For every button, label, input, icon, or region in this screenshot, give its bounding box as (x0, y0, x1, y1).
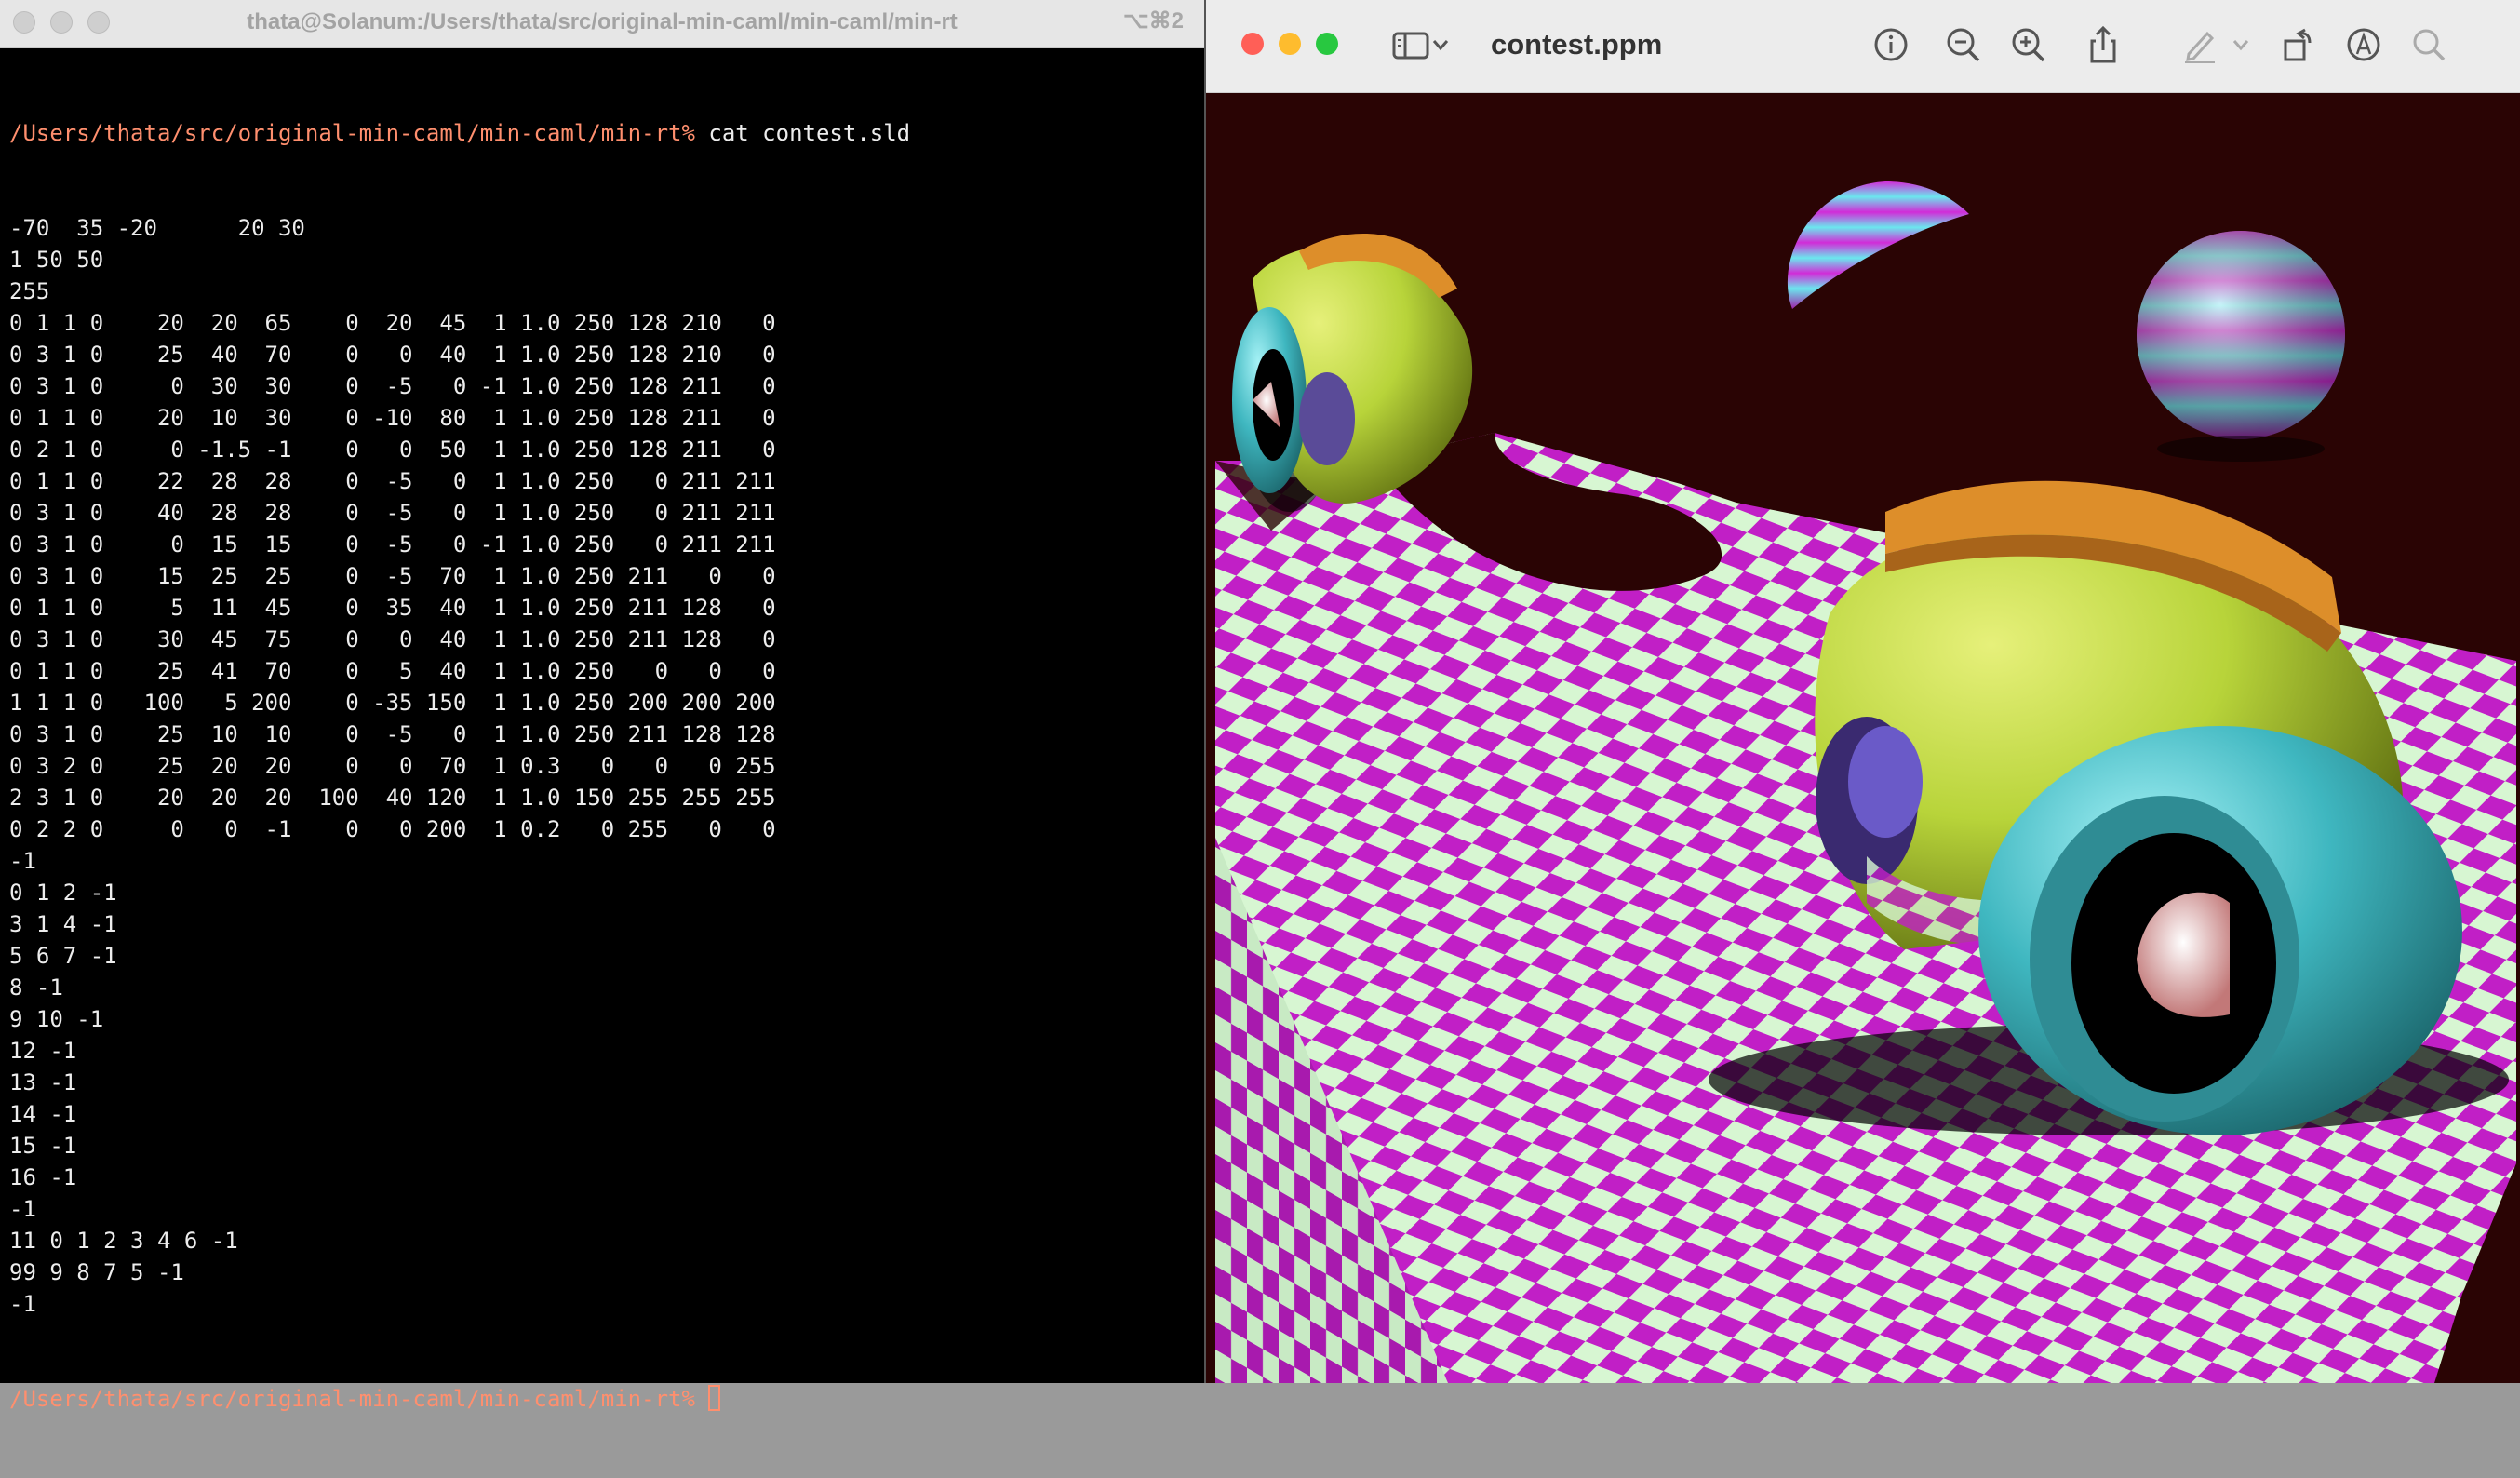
preview-toolbar: contest.ppm (1206, 0, 2520, 93)
output-line: 255 (9, 278, 50, 304)
rendered-image (1215, 93, 2516, 1383)
output-line: 0 1 1 0 22 28 28 0 -5 0 1 1.0 250 0 211 … (9, 468, 776, 494)
output-line: 0 1 1 0 5 11 45 0 35 40 1 1.0 250 211 12… (9, 595, 776, 621)
share-icon[interactable] (2083, 22, 2124, 67)
command-text: cat contest.sld (694, 120, 911, 146)
terminal-content[interactable]: /Users/thata/src/original-min-caml/min-c… (9, 54, 1200, 1412)
document-title: contest.ppm (1491, 28, 1663, 60)
output-line: 0 2 1 0 0 -1.5 -1 0 0 50 1 1.0 250 128 2… (9, 437, 776, 463)
output-line: 0 1 1 0 20 20 65 0 20 45 1 1.0 250 128 2… (9, 310, 776, 336)
output-line: 0 3 1 0 30 45 75 0 0 40 1 1.0 250 211 12… (9, 626, 776, 652)
zoom-in-icon[interactable] (2008, 22, 2049, 67)
output-line: 8 -1 (9, 974, 63, 1001)
shell-prompt: /Users/thata/src/original-min-caml/min-c… (9, 120, 695, 146)
active-prompt-line[interactable]: /Users/thata/src/original-min-caml/min-c… (9, 1383, 1200, 1415)
text-cursor (708, 1385, 721, 1411)
output-line: -1 (9, 1196, 36, 1222)
close-button[interactable] (1241, 33, 1264, 55)
sidebar-icon[interactable] (1390, 22, 1431, 67)
terminal-title: thata@Solanum:/Users/thata/src/original-… (247, 9, 958, 34)
output-line: 13 -1 (9, 1069, 77, 1095)
output-line: 0 3 1 0 0 15 15 0 -5 0 -1 1.0 250 0 211 … (9, 531, 776, 558)
output-line: 15 -1 (9, 1133, 77, 1159)
output-line: 1 50 50 (9, 247, 104, 273)
output-line: 14 -1 (9, 1101, 77, 1127)
output-line: 0 1 1 0 25 41 70 0 5 40 1 1.0 250 0 0 0 (9, 658, 776, 684)
terminal-titlebar: thata@Solanum:/Users/thata/src/original-… (0, 0, 1204, 48)
preview-window: contest.ppm (1206, 0, 2520, 1383)
chevron-down-icon[interactable] (2230, 22, 2252, 67)
zoom-out-icon[interactable] (1943, 22, 1984, 67)
output-line: 0 3 1 0 0 30 30 0 -5 0 -1 1.0 250 128 21… (9, 373, 776, 399)
output-line: 0 3 2 0 25 20 20 0 0 70 1 0.3 0 0 0 255 (9, 753, 776, 779)
terminal-window: thata@Solanum:/Users/thata/src/original-… (0, 0, 1206, 1412)
markup-pen-icon[interactable] (2179, 22, 2220, 67)
output-line: 2 3 1 0 20 20 20 100 40 120 1 1.0 150 25… (9, 785, 776, 811)
chevron-down-icon[interactable] (1429, 22, 1452, 67)
annotate-icon[interactable] (2343, 22, 2384, 67)
output-line: -1 (9, 848, 36, 874)
output-line: 0 1 2 -1 (9, 880, 117, 906)
minimize-button[interactable] (1279, 33, 1301, 55)
output-line: 0 3 1 0 15 25 25 0 -5 70 1 1.0 250 211 0… (9, 563, 776, 589)
output-line: 5 6 7 -1 (9, 943, 117, 969)
output-line: 99 9 8 7 5 -1 (9, 1259, 184, 1285)
output-line: 3 1 4 -1 (9, 911, 117, 937)
search-icon[interactable] (2408, 22, 2449, 67)
output-line: 0 1 1 0 20 10 30 0 -10 80 1 1.0 250 128 … (9, 405, 776, 431)
command-output: -70 35 -20 20 30 1 50 50 255 0 1 1 0 20 20 … (9, 212, 1200, 1320)
info-icon[interactable] (1870, 22, 1911, 67)
output-line: 0 3 1 0 25 10 10 0 -5 0 1 1.0 250 211 12… (9, 721, 776, 747)
output-line: -70 35 -20 20 30 (9, 215, 305, 241)
output-line: 11 0 1 2 3 4 6 -1 (9, 1228, 238, 1254)
rotate-icon[interactable] (2278, 22, 2319, 67)
output-line: 9 10 -1 (9, 1006, 104, 1032)
output-line: 0 3 1 0 25 40 70 0 0 40 1 1.0 250 128 21… (9, 342, 776, 368)
output-line: 0 3 1 0 40 28 28 0 -5 0 1 1.0 250 0 211 … (9, 500, 776, 526)
zoom-button[interactable] (1316, 33, 1338, 55)
command-line: /Users/thata/src/original-min-caml/min-c… (9, 117, 1200, 149)
output-line: 1 1 1 0 100 5 200 0 -35 150 1 1.0 250 20… (9, 690, 776, 716)
shell-prompt: /Users/thata/src/original-min-caml/min-c… (9, 1386, 695, 1412)
output-line: -1 (9, 1291, 36, 1317)
output-line: 0 2 2 0 0 0 -1 0 0 200 1 0.2 0 255 0 0 (9, 816, 776, 842)
output-line: 12 -1 (9, 1038, 77, 1064)
window-shortcut: ⌥⌘2 (1122, 8, 1184, 34)
output-line: 16 -1 (9, 1164, 77, 1190)
